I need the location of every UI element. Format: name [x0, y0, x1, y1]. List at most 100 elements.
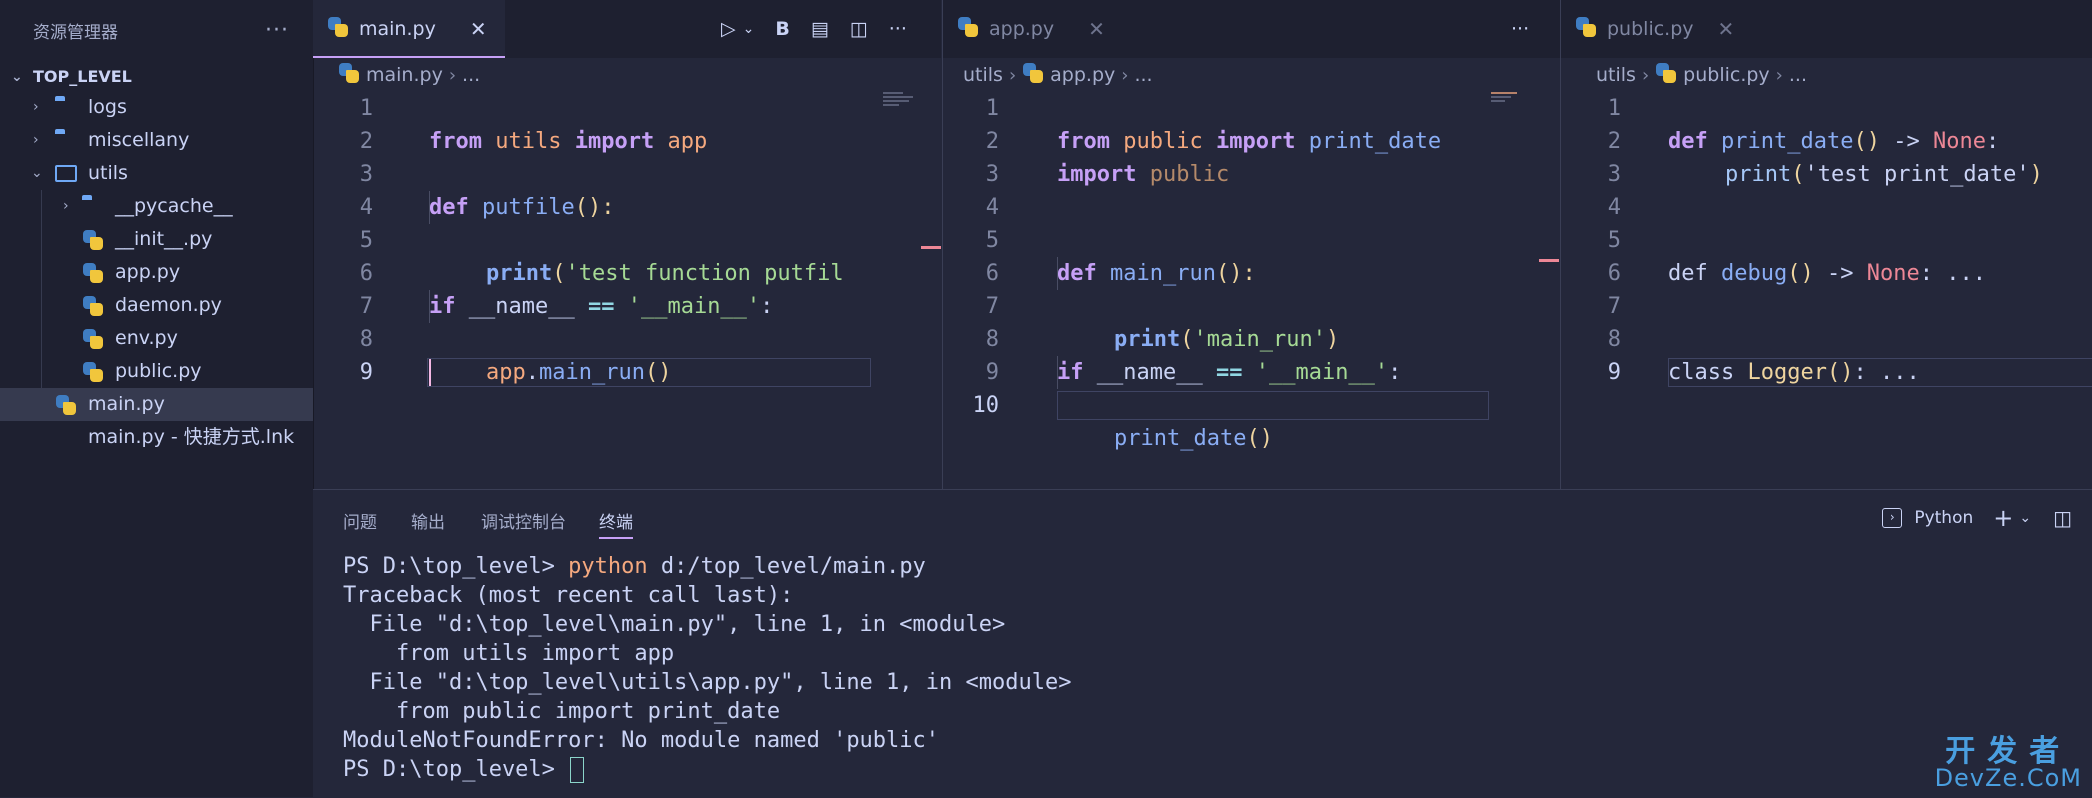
code-line: 3: [1607, 162, 1621, 187]
code-line: 7: [985, 294, 999, 319]
bottom-panel: 问题 输出 调试控制台 终端 › Python + ⌄ ◫ PS D:\top_…: [313, 489, 2092, 798]
chevron-right-icon: ›: [1641, 64, 1650, 86]
tree-item-env-py[interactable]: env.py: [0, 322, 313, 355]
more-actions-icon[interactable]: ···: [1511, 18, 1529, 40]
more-actions-icon[interactable]: ···: [889, 18, 907, 40]
code-line: 2: [359, 129, 373, 154]
tree-item-logs[interactable]: › logs: [0, 91, 313, 124]
tree-item-label: __pycache__: [115, 195, 233, 217]
chevron-right-icon: ›: [1008, 64, 1017, 86]
chevron-down-icon[interactable]: ⌄: [743, 21, 755, 37]
python-file-icon: [1575, 16, 1597, 38]
terminal-toolbar: › Python + ⌄ ◫: [1882, 504, 2072, 532]
text-caret: [429, 359, 431, 386]
code-line: 7: [1607, 294, 1621, 319]
terminal-line: Traceback (most recent call last):: [343, 583, 794, 608]
code-editor-app[interactable]: 1 from public import print_date 2 import…: [943, 92, 1560, 451]
code-line: 1 from utils import app: [359, 96, 708, 154]
split-editor-icon[interactable]: ◫: [850, 18, 868, 40]
tree-root-top-level[interactable]: ⌄ TOP_LEVEL: [0, 63, 313, 91]
overview-ruler-marker: [1539, 259, 1559, 262]
code-line: 2 print('test print_date'): [1607, 129, 2043, 187]
run-icon[interactable]: ▷: [721, 18, 736, 40]
code-editor-public[interactable]: 1 def print_date() -> None: 2 print('tes…: [1561, 92, 2092, 389]
code-line: 5 def debug() -> None: ...: [1607, 228, 1986, 286]
bold-icon[interactable]: B: [775, 18, 789, 40]
terminal-output[interactable]: PS D:\top_level> python d:/top_level/mai…: [343, 552, 1071, 784]
minimap[interactable]: [1491, 90, 1527, 104]
add-terminal-icon[interactable]: +: [1993, 504, 2013, 532]
code-line: 1 from public import print_date: [985, 96, 1442, 154]
tab-bar: app.py ✕ ···: [943, 0, 1560, 58]
breadcrumb-file[interactable]: main.py: [366, 64, 443, 86]
close-icon[interactable]: ✕: [1088, 17, 1105, 41]
code-line: 8: [359, 327, 373, 352]
code-line: 5 def main_run():: [985, 228, 1256, 286]
tree-item-label: utils: [88, 162, 128, 184]
tree-item-daemon-py[interactable]: daemon.py: [0, 289, 313, 322]
code-line: 3 def putfile():: [359, 162, 615, 220]
watermark-logo: 开发者 DevZe.CoM: [1934, 734, 2082, 792]
minimap[interactable]: [883, 90, 919, 108]
breadcrumb-symbol[interactable]: ...: [1134, 64, 1152, 86]
tab-app-py[interactable]: app.py ✕: [943, 0, 1123, 58]
breadcrumb-symbol[interactable]: ...: [1789, 64, 1807, 86]
tab-bar: public.py ✕: [1561, 0, 2092, 58]
tab-terminal[interactable]: 终端: [599, 508, 633, 539]
tree-item-public-py[interactable]: public.py: [0, 355, 313, 388]
tree-item-label: main.py: [88, 393, 165, 415]
breadcrumb-symbol[interactable]: ...: [462, 64, 480, 86]
tab-label: main.py: [359, 18, 436, 40]
tab-bar: main.py ✕ ▷ ⌄ B ▤ ◫ ···: [313, 0, 941, 58]
tab-output[interactable]: 输出: [411, 508, 445, 533]
panel-tabs: 问题 输出 调试控制台 终端 › Python + ⌄ ◫: [313, 490, 2092, 548]
code-line: 5: [359, 228, 373, 253]
tree-item-miscellany[interactable]: › miscellany: [0, 124, 313, 157]
tab-main-py[interactable]: main.py ✕: [313, 0, 505, 58]
code-line: 2 import public: [985, 129, 1230, 187]
tree-item-main-shortcut[interactable]: main.py - 快捷方式.lnk: [0, 421, 313, 454]
terminal-icon: ›: [1882, 508, 1903, 528]
code-line: 8 if __name__ == '__main__':: [985, 327, 1402, 385]
editor-pane-main: main.py ✕ ▷ ⌄ B ▤ ◫ ··· main.py › ... 1 …: [313, 0, 941, 489]
chevron-right-icon: ›: [1775, 64, 1783, 86]
chevron-down-icon[interactable]: ⌄: [2019, 510, 2031, 526]
open-preview-icon[interactable]: ▤: [811, 18, 829, 40]
tree-item-label: __init__.py: [115, 228, 213, 250]
code-editor-main[interactable]: 1 from utils import app 2 3 def putfile(…: [313, 92, 941, 389]
chevron-right-icon: ›: [1121, 64, 1129, 86]
tree-item-init-py[interactable]: __init__.py: [0, 223, 313, 256]
tree-item-app-py[interactable]: app.py: [0, 256, 313, 289]
editor-area: main.py ✕ ▷ ⌄ B ▤ ◫ ··· main.py › ... 1 …: [313, 0, 2092, 489]
code-line: 9 print_date(): [943, 356, 1560, 451]
python-file-icon: [338, 62, 360, 84]
tab-label: app.py: [989, 18, 1055, 40]
split-terminal-icon[interactable]: ◫: [2053, 506, 2072, 530]
tab-public-py[interactable]: public.py ✕: [1561, 0, 1753, 58]
tree-item-utils[interactable]: ⌄ utils: [0, 157, 313, 190]
code-line: 3: [985, 162, 999, 187]
more-actions-icon[interactable]: ···: [265, 18, 289, 43]
close-icon[interactable]: ✕: [1718, 17, 1735, 41]
close-icon[interactable]: ✕: [470, 17, 487, 41]
tree-item-pycache[interactable]: › __pycache__: [0, 190, 313, 223]
code-line: 8 class Logger(): ...: [1607, 327, 1920, 385]
tree-item-main-py[interactable]: main.py: [0, 388, 313, 421]
terminal-line: from public import print_date: [343, 699, 781, 724]
explorer-header: 资源管理器 ···: [0, 0, 313, 61]
chevron-right-icon: ›: [63, 198, 69, 214]
chevron-right-icon: ›: [33, 99, 39, 115]
breadcrumb-file[interactable]: app.py: [1050, 64, 1115, 86]
breadcrumb: main.py › ...: [313, 58, 941, 92]
code-line: 6 if __name__ == '__main__':: [359, 261, 774, 319]
editor-toolbar: ▷ ⌄ B ▤ ◫ ···: [721, 0, 907, 58]
tab-problems[interactable]: 问题: [343, 508, 377, 533]
tree-root-label: TOP_LEVEL: [33, 67, 132, 86]
terminal-profile[interactable]: Python: [1914, 508, 1973, 528]
breadcrumb-file[interactable]: public.py: [1683, 64, 1770, 86]
breadcrumb-folder[interactable]: utils: [1596, 64, 1636, 86]
tab-debug-console[interactable]: 调试控制台: [481, 508, 566, 533]
overview-ruler-marker: [921, 246, 941, 249]
breadcrumb-folder[interactable]: utils: [963, 64, 1003, 86]
python-file-icon: [1655, 62, 1677, 84]
